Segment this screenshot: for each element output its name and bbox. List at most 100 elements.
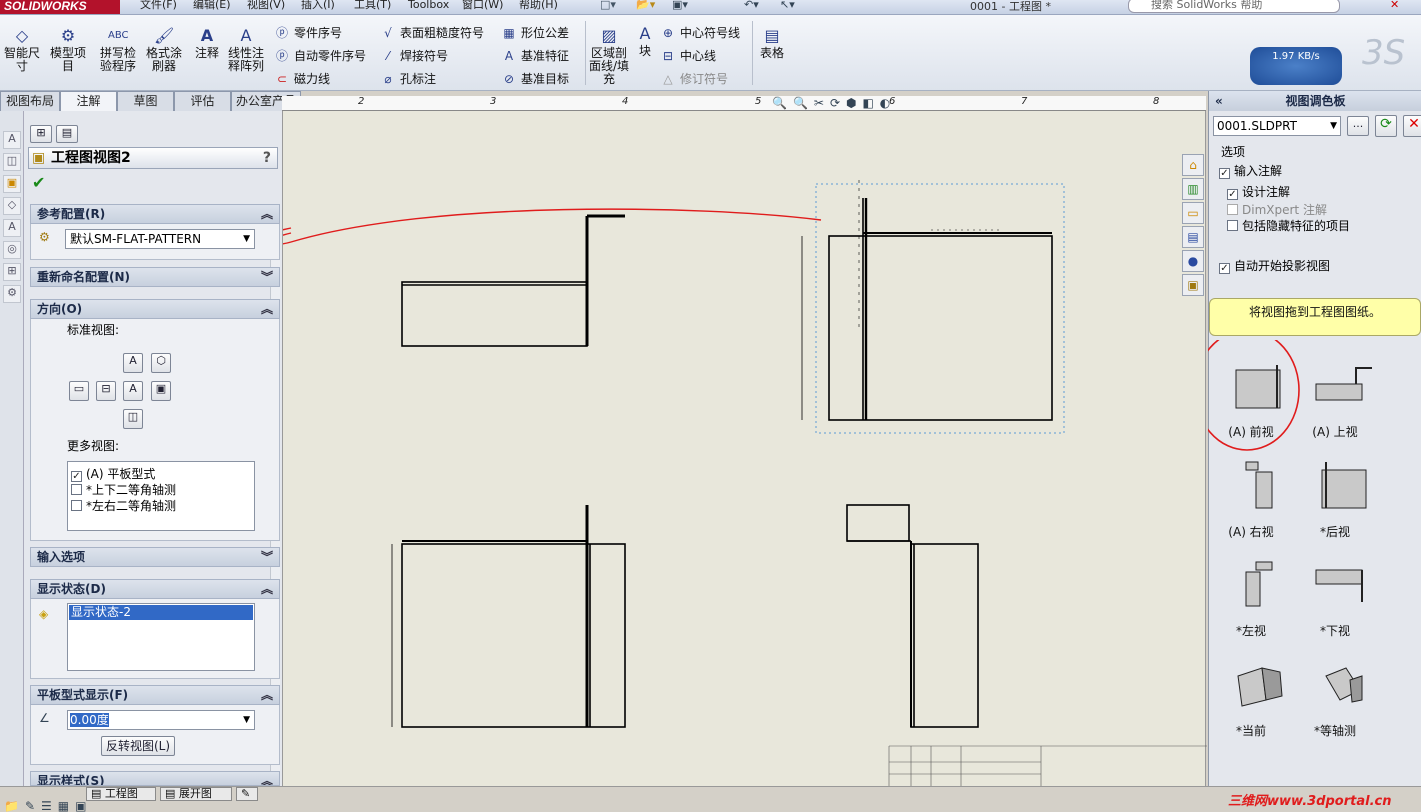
- menu-edit[interactable]: 编辑(E): [193, 0, 231, 12]
- more-view-item-flat-pattern[interactable]: ✓ (A) 平板型式: [71, 465, 155, 482]
- broken-view-icon[interactable]: ⊞: [3, 263, 21, 281]
- display-state-list[interactable]: 显示状态-2: [67, 603, 255, 671]
- part-file-select[interactable]: 0001.SLDPRT ▼: [1213, 116, 1341, 136]
- palette-view-isometric[interactable]: *等轴测: [1290, 658, 1380, 738]
- checkbox-checked[interactable]: ✓: [1219, 168, 1230, 179]
- drawing-view-2-selected[interactable]: [801, 180, 1065, 434]
- design-library-icon[interactable]: ▥: [1182, 178, 1204, 200]
- drawing-sheet[interactable]: [283, 111, 1207, 786]
- clear-all-icon[interactable]: ✕: [1403, 115, 1421, 137]
- tab-view-layout[interactable]: 视图布局: [0, 91, 60, 111]
- section-view-icon[interactable]: A: [3, 219, 21, 237]
- geometric-tolerance-button[interactable]: ▦ 形位公差: [501, 24, 569, 41]
- center-mark-button[interactable]: ⊕ 中心符号线: [660, 24, 740, 41]
- sheet-tab-flat[interactable]: ▤ 展开图: [160, 787, 232, 801]
- checkbox[interactable]: [1227, 220, 1238, 231]
- tab-evaluate[interactable]: 评估: [174, 91, 231, 111]
- checkbox[interactable]: [71, 500, 82, 511]
- checkbox-checked[interactable]: ✓: [1219, 263, 1230, 274]
- display-style-header[interactable]: 显示样式(S) ︽: [30, 771, 280, 786]
- import-options-header[interactable]: 输入选项 ︾: [30, 547, 280, 567]
- resources-home-icon[interactable]: ⌂: [1182, 154, 1204, 176]
- format-painter-button[interactable]: 🖌 格式涂刷器: [144, 27, 184, 73]
- ref-config-header[interactable]: 参考配置(R) ︽: [30, 204, 280, 224]
- file-explorer-icon[interactable]: ▭: [1182, 202, 1204, 224]
- menu-tools[interactable]: 工具(T): [354, 0, 391, 12]
- auxiliary-view-icon[interactable]: ◇: [3, 197, 21, 215]
- magnetic-line-button[interactable]: ⊂ 磁力线: [274, 70, 330, 87]
- property-manager-tab-icon[interactable]: ▤: [56, 125, 78, 143]
- open-icon[interactable]: 📂▾: [636, 0, 655, 12]
- close-icon[interactable]: ✕: [1390, 0, 1399, 12]
- checkbox-checked[interactable]: ✓: [1227, 189, 1238, 200]
- save-icon[interactable]: ▣▾: [672, 0, 688, 12]
- ref-config-select[interactable]: 默认SM-FLAT-PATTERN ▼: [65, 229, 255, 249]
- refresh-icon[interactable]: ⟳: [1375, 115, 1397, 137]
- collapse-pane-icon[interactable]: «: [1215, 91, 1223, 111]
- hole-callout-button[interactable]: ⌀ 孔标注: [380, 70, 436, 87]
- more-view-item-dimetric-lr[interactable]: *左右二等角轴测: [71, 497, 176, 514]
- new-doc-icon[interactable]: □▾: [600, 0, 616, 12]
- flip-view-button[interactable]: 反转视图(L): [101, 736, 175, 756]
- display-state-header[interactable]: 显示状态(D) ︽: [30, 579, 280, 599]
- centerline-button[interactable]: ⊟ 中心线: [660, 47, 716, 64]
- flat-pattern-display-header[interactable]: 平板型式显示(F) ︽: [30, 685, 280, 705]
- option-design-annotations[interactable]: ✓ 设计注解: [1227, 183, 1290, 200]
- angle-select[interactable]: 0.00度 ▼: [67, 710, 255, 730]
- orientation-header[interactable]: 方向(O) ︽: [30, 299, 280, 319]
- palette-view-front[interactable]: (A) 前视: [1206, 366, 1296, 440]
- menu-view[interactable]: 视图(V): [247, 0, 285, 12]
- view-right-button[interactable]: A: [123, 381, 143, 401]
- view-heads-up-toolbar[interactable]: 🔍🔍✂⟳⬢◧◐: [772, 96, 1002, 110]
- more-views-list[interactable]: ✓ (A) 平板型式 *上下二等角轴测 *左右二等角轴测: [67, 461, 255, 531]
- select-icon[interactable]: ↖▾: [780, 0, 795, 12]
- note-button[interactable]: A 注释: [192, 27, 222, 60]
- rename-config-header[interactable]: 重新命名配置(N) ︾: [30, 267, 280, 287]
- detail-view-icon[interactable]: ◎: [3, 241, 21, 259]
- view-top-button[interactable]: ⊟: [96, 381, 116, 401]
- spell-check-button[interactable]: ABC 拼写检验程序: [97, 27, 139, 73]
- display-state-item-selected[interactable]: 显示状态-2: [69, 605, 253, 620]
- palette-view-top[interactable]: (A) 上视: [1290, 366, 1380, 440]
- tab-sketch[interactable]: 草图: [117, 91, 174, 111]
- palette-view-right[interactable]: (A) 右视: [1206, 458, 1296, 539]
- balloon-button[interactable]: ⓟ 零件序号: [274, 24, 342, 41]
- menu-help[interactable]: 帮助(H): [519, 0, 558, 12]
- datum-target-button[interactable]: ⊘ 基准目标: [501, 70, 569, 87]
- crop-view-icon[interactable]: ⚙: [3, 285, 21, 303]
- menu-file[interactable]: 文件(F): [140, 0, 177, 12]
- menu-insert[interactable]: 插入(I): [301, 0, 335, 12]
- appearances-icon[interactable]: ●: [1182, 250, 1204, 272]
- palette-view-back[interactable]: *后视: [1290, 458, 1380, 539]
- surface-finish-button[interactable]: √ 表面粗糙度符号: [380, 24, 484, 41]
- option-auto-start-projected[interactable]: ✓ 自动开始投影视图: [1219, 257, 1330, 274]
- weld-symbol-button[interactable]: ⁄ 焊接符号: [380, 47, 448, 64]
- add-sheet-icon[interactable]: ✎: [236, 787, 258, 801]
- help-search-input[interactable]: 搜索 SolidWorks 帮助: [1128, 0, 1340, 13]
- palette-view-current[interactable]: *当前: [1206, 658, 1296, 738]
- model-view-icon[interactable]: ◫: [3, 153, 21, 171]
- datum-feature-button[interactable]: A 基准特征: [501, 47, 569, 64]
- view-left-button[interactable]: ▭: [69, 381, 89, 401]
- option-import-annotations[interactable]: ✓ 输入注解: [1219, 162, 1282, 179]
- sheet-tab-drawing[interactable]: ▤ 工程图: [86, 787, 156, 801]
- view-front-button[interactable]: A: [123, 353, 143, 373]
- projected-view-icon[interactable]: ▣: [3, 175, 21, 193]
- ok-checkmark-icon[interactable]: ✔: [32, 173, 45, 192]
- feature-manager-tab-icon[interactable]: ⊞: [30, 125, 52, 143]
- revision-symbol-button[interactable]: △ 修订符号: [660, 70, 728, 87]
- palette-view-left[interactable]: *左视: [1206, 558, 1296, 638]
- linear-note-pattern-button[interactable]: A 线性注释阵列: [226, 27, 266, 73]
- view-iso-button[interactable]: ⬡: [151, 353, 171, 373]
- custom-properties-icon[interactable]: ▣: [1182, 274, 1204, 296]
- more-view-item-dimetric-tb[interactable]: *上下二等角轴测: [71, 481, 176, 498]
- browse-button[interactable]: ...: [1347, 116, 1369, 136]
- checkbox[interactable]: [71, 484, 82, 495]
- view-back-button[interactable]: ▣: [151, 381, 171, 401]
- drawing-view-front[interactable]: [391, 505, 626, 728]
- menu-window[interactable]: 窗口(W): [462, 0, 503, 12]
- table-button[interactable]: ▤ 表格: [758, 27, 786, 60]
- drawing-view-right[interactable]: [846, 504, 979, 728]
- area-hatch-button[interactable]: ▨ 区域剖面线/填充: [588, 27, 630, 86]
- help-icon[interactable]: ?: [263, 148, 271, 168]
